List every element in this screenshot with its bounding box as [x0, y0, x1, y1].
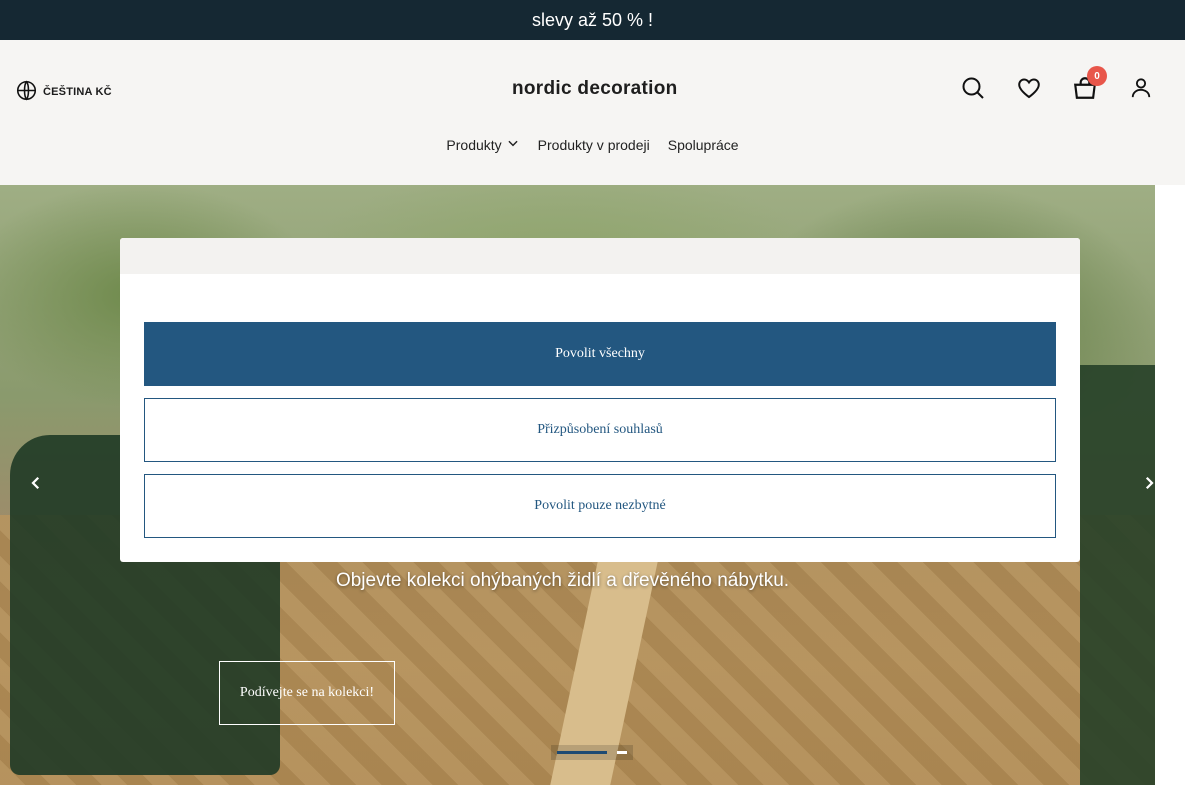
locale-selector[interactable]: ČEŠTINA KČ	[16, 80, 112, 104]
search-button[interactable]	[959, 76, 987, 104]
hero-cta-button[interactable]: Podívejte se na kolekci!	[219, 661, 395, 725]
heart-icon	[1017, 76, 1041, 105]
modal-header	[120, 238, 1080, 274]
chevron-left-icon	[27, 474, 45, 497]
account-button[interactable]	[1127, 76, 1155, 104]
allow-necessary-button[interactable]: Povolit pouze nezbytné	[144, 474, 1056, 538]
site-logo[interactable]: nordic decoration	[512, 78, 678, 100]
slider-pagination	[551, 745, 633, 760]
page-scrollbar[interactable]	[1185, 0, 1200, 800]
locale-label: ČEŠTINA KČ	[43, 86, 112, 98]
site-header: ČEŠTINA KČ nordic decoration 0 Produkty …	[0, 40, 1185, 185]
wishlist-button[interactable]	[1015, 76, 1043, 104]
chevron-down-icon	[506, 136, 520, 153]
slider-next-button[interactable]	[1134, 470, 1155, 500]
nav-item-label: Produkty v prodeji	[537, 136, 650, 153]
promo-text: slevy až 50 % !	[531, 9, 654, 30]
nav-item-produkty-v-prodeji[interactable]: Produkty v prodeji	[538, 136, 650, 153]
promo-bar: slevy až 50 % !	[0, 0, 1185, 40]
cart-count-badge: 0	[1087, 66, 1107, 86]
allow-all-button[interactable]: Povolit všechny	[144, 322, 1056, 386]
customize-consent-button[interactable]: Přizpůsobení souhlasů	[144, 398, 1056, 462]
chevron-right-icon	[1140, 474, 1155, 497]
nav-item-label: Produkty	[446, 136, 502, 153]
user-icon	[1130, 77, 1152, 104]
hero-subtitle: Objevte kolekci ohýbaných židlí a dřevěn…	[335, 570, 790, 591]
globe-icon	[16, 80, 37, 104]
search-icon	[961, 76, 985, 105]
slider-dot-1[interactable]	[557, 751, 607, 754]
nav-item-spoluprace[interactable]: Spolupráce	[668, 136, 739, 153]
nav-item-label: Spolupráce	[667, 136, 739, 153]
cookie-consent-modal: Povolit všechny Přizpůsobení souhlasů Po…	[120, 238, 1080, 562]
slider-prev-button[interactable]	[21, 470, 51, 500]
main-nav: Produkty Produkty v prodeji Spolupráce	[0, 136, 1185, 153]
nav-item-produkty[interactable]: Produkty	[446, 136, 519, 153]
slider-dot-2[interactable]	[617, 751, 627, 754]
